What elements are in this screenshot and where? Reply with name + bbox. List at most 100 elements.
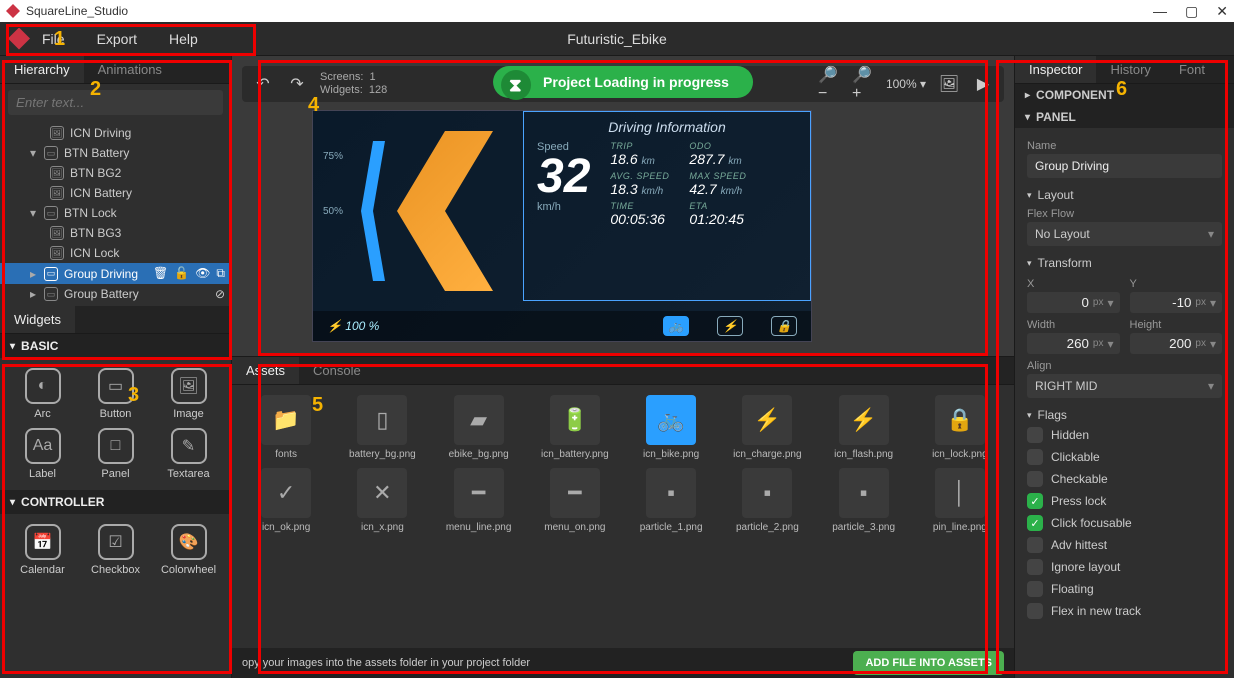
widget-label[interactable]: AaLabel: [10, 428, 75, 480]
tree-eye-off-icon[interactable]: ⊘: [215, 287, 225, 301]
image-mode-icon[interactable]: 🖼: [938, 73, 960, 95]
flag-checkbox[interactable]: ✓: [1027, 493, 1043, 509]
flag-row[interactable]: Floating: [1027, 578, 1222, 600]
lock-icon[interactable]: 🔒: [771, 316, 797, 336]
window-minimize[interactable]: —: [1153, 3, 1167, 20]
flag-checkbox[interactable]: [1027, 581, 1043, 597]
widgets-basic-header[interactable]: BASIC: [0, 334, 231, 358]
window-close[interactable]: ✕: [1216, 3, 1228, 20]
tab-hierarchy[interactable]: Hierarchy: [0, 56, 84, 83]
widget-arc[interactable]: ◐Arc: [10, 368, 75, 420]
redo-button[interactable]: ↷: [286, 73, 308, 95]
menu-help[interactable]: Help: [169, 31, 198, 47]
flag-row[interactable]: Checkable: [1027, 468, 1222, 490]
asset-item[interactable]: 📁fonts: [242, 395, 330, 460]
tab-console[interactable]: Console: [299, 357, 375, 384]
flag-checkbox[interactable]: [1027, 603, 1043, 619]
zoom-level[interactable]: 100% ▾: [886, 77, 926, 91]
widget-image[interactable]: 🖼Image: [156, 368, 221, 420]
tree-item-group-driving[interactable]: ▸▭Group Driving 🗑 🔓 👁 ⧉: [0, 263, 231, 284]
asset-item[interactable]: ━menu_on.png: [531, 468, 619, 533]
asset-item[interactable]: ▪particle_2.png: [723, 468, 811, 533]
flag-row[interactable]: Hidden: [1027, 424, 1222, 446]
bike-icon[interactable]: 🚲: [663, 316, 689, 336]
menu-file[interactable]: File: [42, 31, 65, 47]
flag-row[interactable]: Clickable: [1027, 446, 1222, 468]
flag-checkbox[interactable]: ✓: [1027, 515, 1043, 531]
tab-animations[interactable]: Animations: [84, 56, 176, 83]
tab-widgets[interactable]: Widgets: [0, 306, 75, 333]
inspector-width-input[interactable]: px▾: [1027, 333, 1120, 354]
asset-item[interactable]: ✕icn_x.png: [338, 468, 426, 533]
asset-item[interactable]: ▪particle_1.png: [627, 468, 715, 533]
inspector-flags-header[interactable]: Flags: [1027, 408, 1222, 422]
inspector-align-select[interactable]: RIGHT MID: [1027, 374, 1222, 398]
tab-inspector[interactable]: Inspector: [1015, 56, 1096, 83]
flag-checkbox[interactable]: [1027, 471, 1043, 487]
tree-copy-icon[interactable]: ⧉: [216, 266, 225, 281]
tree-item-group-battery[interactable]: ▸▭Group Battery⊘: [0, 284, 231, 304]
tree-item-btn-lock[interactable]: ▾▭BTN Lock: [0, 203, 231, 223]
screen-preview[interactable]: 75% 50% Driving Information Speed 32 km/…: [312, 110, 812, 342]
tree-item-icn-lock[interactable]: 🖼ICN Lock: [0, 243, 231, 263]
flag-row[interactable]: ✓Press lock: [1027, 490, 1222, 512]
tree-item-btn-battery[interactable]: ▾▭BTN Battery: [0, 143, 231, 163]
widgets-controller-header[interactable]: CONTROLLER: [0, 490, 231, 514]
inspector-component-section[interactable]: COMPONENT: [1015, 84, 1234, 106]
flag-row[interactable]: ✓Click focusable: [1027, 512, 1222, 534]
asset-item[interactable]: 🚲icn_bike.png: [627, 395, 715, 460]
flag-row[interactable]: Ignore layout: [1027, 556, 1222, 578]
asset-item[interactable]: 🔒icn_lock.png: [916, 395, 1004, 460]
flag-row[interactable]: Flex in new track: [1027, 600, 1222, 622]
asset-item[interactable]: ⚡icn_flash.png: [820, 395, 908, 460]
inspector-y-input[interactable]: px▾: [1130, 292, 1223, 313]
tree-unlock-icon[interactable]: 🔓: [174, 266, 189, 281]
add-file-button[interactable]: ADD FILE INTO ASSETS: [853, 651, 1004, 675]
flag-checkbox[interactable]: [1027, 537, 1043, 553]
inspector-flexflow-select[interactable]: No Layout: [1027, 222, 1222, 246]
inspector-height-input[interactable]: px▾: [1130, 333, 1223, 354]
asset-item[interactable]: ▰ebike_bg.png: [435, 395, 523, 460]
tab-font[interactable]: Font: [1165, 56, 1219, 83]
inspector-layout-header[interactable]: Layout: [1027, 188, 1222, 202]
tree-item-icn-battery[interactable]: 🖼ICN Battery: [0, 183, 231, 203]
inspector-panel-section[interactable]: PANEL: [1015, 106, 1234, 128]
widget-calendar[interactable]: 📅Calendar: [10, 524, 75, 576]
flag-row[interactable]: Adv hittest: [1027, 534, 1222, 556]
widget-textarea[interactable]: ✎Textarea: [156, 428, 221, 480]
tree-item-icn-driving[interactable]: 🖼ICN Driving: [0, 123, 231, 143]
menu-export[interactable]: Export: [97, 31, 137, 47]
zoom-out-button[interactable]: 🔎−: [818, 73, 840, 95]
undo-button[interactable]: ↶: [252, 73, 274, 95]
zoom-in-button[interactable]: 🔎+: [852, 73, 874, 95]
asset-item[interactable]: ✓icn_ok.png: [242, 468, 330, 533]
inspector-transform-header[interactable]: Transform: [1027, 256, 1222, 270]
tree-eye-icon[interactable]: 👁: [195, 266, 210, 281]
tree-delete-icon[interactable]: 🗑: [153, 266, 168, 281]
asset-item[interactable]: │pin_line.png: [916, 468, 1004, 533]
flag-checkbox[interactable]: [1027, 559, 1043, 575]
widget-checkbox[interactable]: ☑Checkbox: [83, 524, 148, 576]
widget-colorwheel[interactable]: 🎨Colorwheel: [156, 524, 221, 576]
tree-item-btn-bg2[interactable]: 🖼BTN BG2: [0, 163, 231, 183]
window-maximize[interactable]: ▢: [1185, 3, 1198, 20]
widget-button[interactable]: ▭Button: [83, 368, 148, 420]
asset-item[interactable]: ⚡icn_charge.png: [723, 395, 811, 460]
widget-panel[interactable]: □Panel: [83, 428, 148, 480]
inspector-x-input[interactable]: px▾: [1027, 292, 1120, 313]
tree-item-btn-bg3[interactable]: 🖼BTN BG3: [0, 223, 231, 243]
play-button[interactable]: ▶: [972, 73, 994, 95]
asset-item[interactable]: ▪particle_3.png: [820, 468, 908, 533]
driving-info-title: Driving Information: [537, 119, 797, 135]
asset-item[interactable]: ▯battery_bg.png: [338, 395, 426, 460]
asset-item[interactable]: 🔋icn_battery.png: [531, 395, 619, 460]
hierarchy-search[interactable]: [8, 90, 223, 115]
inspector-name-input[interactable]: [1027, 154, 1222, 178]
asset-item[interactable]: ━menu_line.png: [435, 468, 523, 533]
tab-history[interactable]: History: [1096, 56, 1164, 83]
flag-checkbox[interactable]: [1027, 427, 1043, 443]
speed-value: 32: [537, 153, 590, 201]
charge-icon[interactable]: ⚡: [717, 316, 743, 336]
tab-assets[interactable]: Assets: [232, 357, 299, 384]
flag-checkbox[interactable]: [1027, 449, 1043, 465]
